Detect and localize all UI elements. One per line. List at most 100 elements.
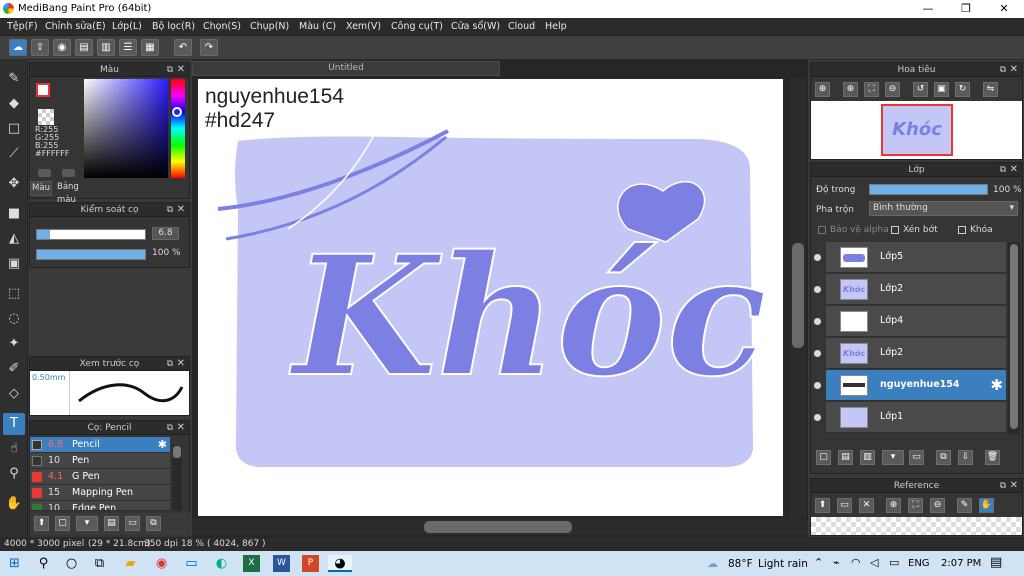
delete-layer-icon[interactable]: 🗑 bbox=[985, 450, 1000, 465]
close-button[interactable]: ✕ bbox=[986, 0, 1022, 18]
menu-select[interactable]: Chọn(S) bbox=[203, 21, 241, 32]
undo-icon[interactable]: ↶ bbox=[174, 39, 192, 56]
menu-tools[interactable]: Công cụ(T) bbox=[391, 21, 443, 32]
flip-icon[interactable]: ⇋ bbox=[983, 82, 998, 97]
close-icon[interactable]: ✕ bbox=[1010, 63, 1018, 77]
zoom-in-icon[interactable]: ⊕ bbox=[815, 82, 830, 97]
new-layer-8bit-icon[interactable]: ▥ bbox=[860, 450, 875, 465]
brush-size-slider[interactable] bbox=[36, 229, 146, 240]
task-view-icon[interactable]: ⧉ bbox=[91, 555, 108, 572]
new-brush-icon[interactable]: ▢ bbox=[55, 516, 70, 531]
monitor-icon[interactable]: ▭ bbox=[183, 555, 200, 572]
zoom-out-icon[interactable]: ⊖ bbox=[885, 82, 900, 97]
eyedropper-icon[interactable]: ✎ bbox=[957, 498, 972, 513]
bucket-tool-icon[interactable]: ◭ bbox=[3, 228, 25, 250]
visibility-icon[interactable] bbox=[814, 286, 821, 293]
folder-icon[interactable]: ▭ bbox=[125, 516, 140, 531]
close-icon[interactable]: ✕ bbox=[177, 63, 185, 77]
select-eraser-tool-icon[interactable]: ◇ bbox=[3, 383, 25, 405]
brush-row-pen[interactable]: 10 Pen bbox=[30, 453, 170, 469]
word-icon[interactable]: W bbox=[273, 555, 290, 572]
brush-row-mapping-pen[interactable]: 15 Mapping Pen bbox=[30, 485, 170, 501]
lasso-tool-icon[interactable]: ◌ bbox=[3, 308, 25, 330]
language-indicator[interactable]: ENG bbox=[908, 558, 930, 569]
clipping-checkbox[interactable] bbox=[891, 226, 899, 234]
menu-edit[interactable]: Chỉnh sửa(E) bbox=[45, 21, 106, 32]
brush-tool-icon[interactable]: ✎ bbox=[3, 68, 25, 90]
menu-help[interactable]: Help bbox=[545, 21, 567, 32]
minimize-button[interactable]: — bbox=[910, 0, 946, 18]
powerpoint-icon[interactable]: P bbox=[302, 555, 319, 572]
color-picker-square[interactable] bbox=[84, 79, 168, 178]
pin-icon[interactable]: ⧉ bbox=[167, 357, 173, 371]
text-tool-icon[interactable]: T bbox=[3, 413, 25, 435]
eyedropper-tool-icon[interactable]: ⚲ bbox=[3, 463, 25, 485]
transparent-swatch[interactable] bbox=[38, 109, 54, 125]
layer-row[interactable]: Khóc Lớp2 bbox=[814, 274, 1006, 305]
menu-file[interactable]: Tệp(F) bbox=[7, 21, 38, 32]
chat-icon[interactable]: ▤ bbox=[75, 39, 93, 56]
menu-color[interactable]: Màu (C) bbox=[299, 21, 336, 32]
zoom-in-icon[interactable]: ⊕ bbox=[886, 498, 901, 513]
eraser-tool-icon[interactable]: ◆ bbox=[3, 93, 25, 115]
magic-wand-tool-icon[interactable]: ✦ bbox=[3, 333, 25, 355]
actual-size-icon[interactable]: ▣ bbox=[934, 82, 949, 97]
battery-icon[interactable]: ▭ bbox=[889, 556, 899, 569]
rotate-left-icon[interactable]: ↺ bbox=[913, 82, 928, 97]
upload-icon[interactable]: ⬆ bbox=[815, 498, 830, 513]
pin-icon[interactable]: ⧉ bbox=[1000, 63, 1006, 77]
zoom-in-icon[interactable]: ⊕ bbox=[843, 82, 858, 97]
hue-slider[interactable] bbox=[171, 79, 185, 178]
pin-icon[interactable]: ⧉ bbox=[167, 421, 173, 435]
pin-icon[interactable]: ⧉ bbox=[167, 203, 173, 217]
new-layer-icon[interactable]: ▢ bbox=[816, 450, 831, 465]
close-icon[interactable]: ✕ bbox=[177, 203, 185, 217]
menu-view[interactable]: Xem(V) bbox=[346, 21, 381, 32]
excel-icon[interactable]: X bbox=[243, 555, 260, 572]
gradient-tool-icon[interactable]: ▣ bbox=[3, 253, 25, 275]
select-rect-tool-icon[interactable]: ⬚ bbox=[3, 283, 25, 305]
duplicate-layer-icon[interactable]: ⧉ bbox=[936, 450, 951, 465]
close-icon[interactable]: ✕ bbox=[177, 357, 185, 371]
layer-row[interactable]: Khóc Lớp2 bbox=[814, 338, 1006, 369]
tab-palette[interactable]: Bảng màu bbox=[54, 181, 100, 205]
color-tool-button[interactable] bbox=[38, 169, 51, 177]
layer-opacity-slider[interactable] bbox=[869, 184, 988, 195]
visibility-icon[interactable] bbox=[814, 318, 821, 325]
layer-row[interactable]: Lớp1 bbox=[814, 402, 1006, 433]
clock[interactable]: 2:07 PM bbox=[941, 558, 981, 569]
canvas-horizontal-scrollbar[interactable] bbox=[192, 519, 808, 535]
pin-icon[interactable]: ⧉ bbox=[1000, 163, 1006, 177]
brush-row-edge-pen[interactable]: 10 Edge Pen bbox=[30, 501, 170, 511]
brush-menu-icon[interactable]: ▾ bbox=[76, 516, 98, 531]
menu-window[interactable]: Cửa sổ(W) bbox=[451, 21, 500, 32]
menu-snap[interactable]: Chụp(N) bbox=[250, 21, 289, 32]
layer-scrollbar[interactable] bbox=[1008, 242, 1020, 434]
protect-alpha-checkbox[interactable] bbox=[818, 226, 826, 234]
pen-tool-icon[interactable]: ⟋ bbox=[3, 143, 25, 165]
grid-icon[interactable]: ▦ bbox=[141, 39, 159, 56]
move-tool-icon[interactable]: ✥ bbox=[3, 173, 25, 195]
hand-icon[interactable]: ✋ bbox=[979, 498, 994, 513]
fit-icon[interactable]: ⛶ bbox=[908, 498, 923, 513]
canvas-vertical-scrollbar[interactable] bbox=[790, 78, 806, 518]
operation-tool-icon[interactable]: ☝ bbox=[3, 438, 25, 460]
network-icon[interactable]: ⌁ bbox=[833, 556, 840, 569]
rectangle-tool-icon[interactable]: □ bbox=[3, 118, 25, 140]
visibility-icon[interactable] bbox=[814, 414, 821, 421]
brush-size-value[interactable]: 6.8 bbox=[152, 227, 179, 240]
color-tool-button[interactable] bbox=[62, 169, 75, 177]
close-reference-icon[interactable]: ✕ bbox=[859, 498, 874, 513]
merge-layer-icon[interactable]: ⇩ bbox=[958, 450, 973, 465]
edge-icon[interactable]: ◐ bbox=[213, 555, 230, 572]
medibang-taskbar-icon[interactable]: ◕ bbox=[328, 555, 352, 572]
redo-icon[interactable]: ↷ bbox=[200, 39, 218, 56]
zoom-out-icon[interactable]: ⊖ bbox=[930, 498, 945, 513]
add-brush-icon[interactable]: ⬆ bbox=[34, 516, 49, 531]
pin-icon[interactable]: ⧉ bbox=[1000, 479, 1006, 493]
reference-canvas[interactable] bbox=[811, 517, 1022, 535]
new-halftone-layer-icon[interactable]: ▤ bbox=[838, 450, 853, 465]
open-folder-icon[interactable]: ▭ bbox=[837, 498, 852, 513]
menu-layer[interactable]: Lớp(L) bbox=[112, 21, 142, 32]
hand-tool-icon[interactable]: ✋ bbox=[3, 493, 25, 515]
